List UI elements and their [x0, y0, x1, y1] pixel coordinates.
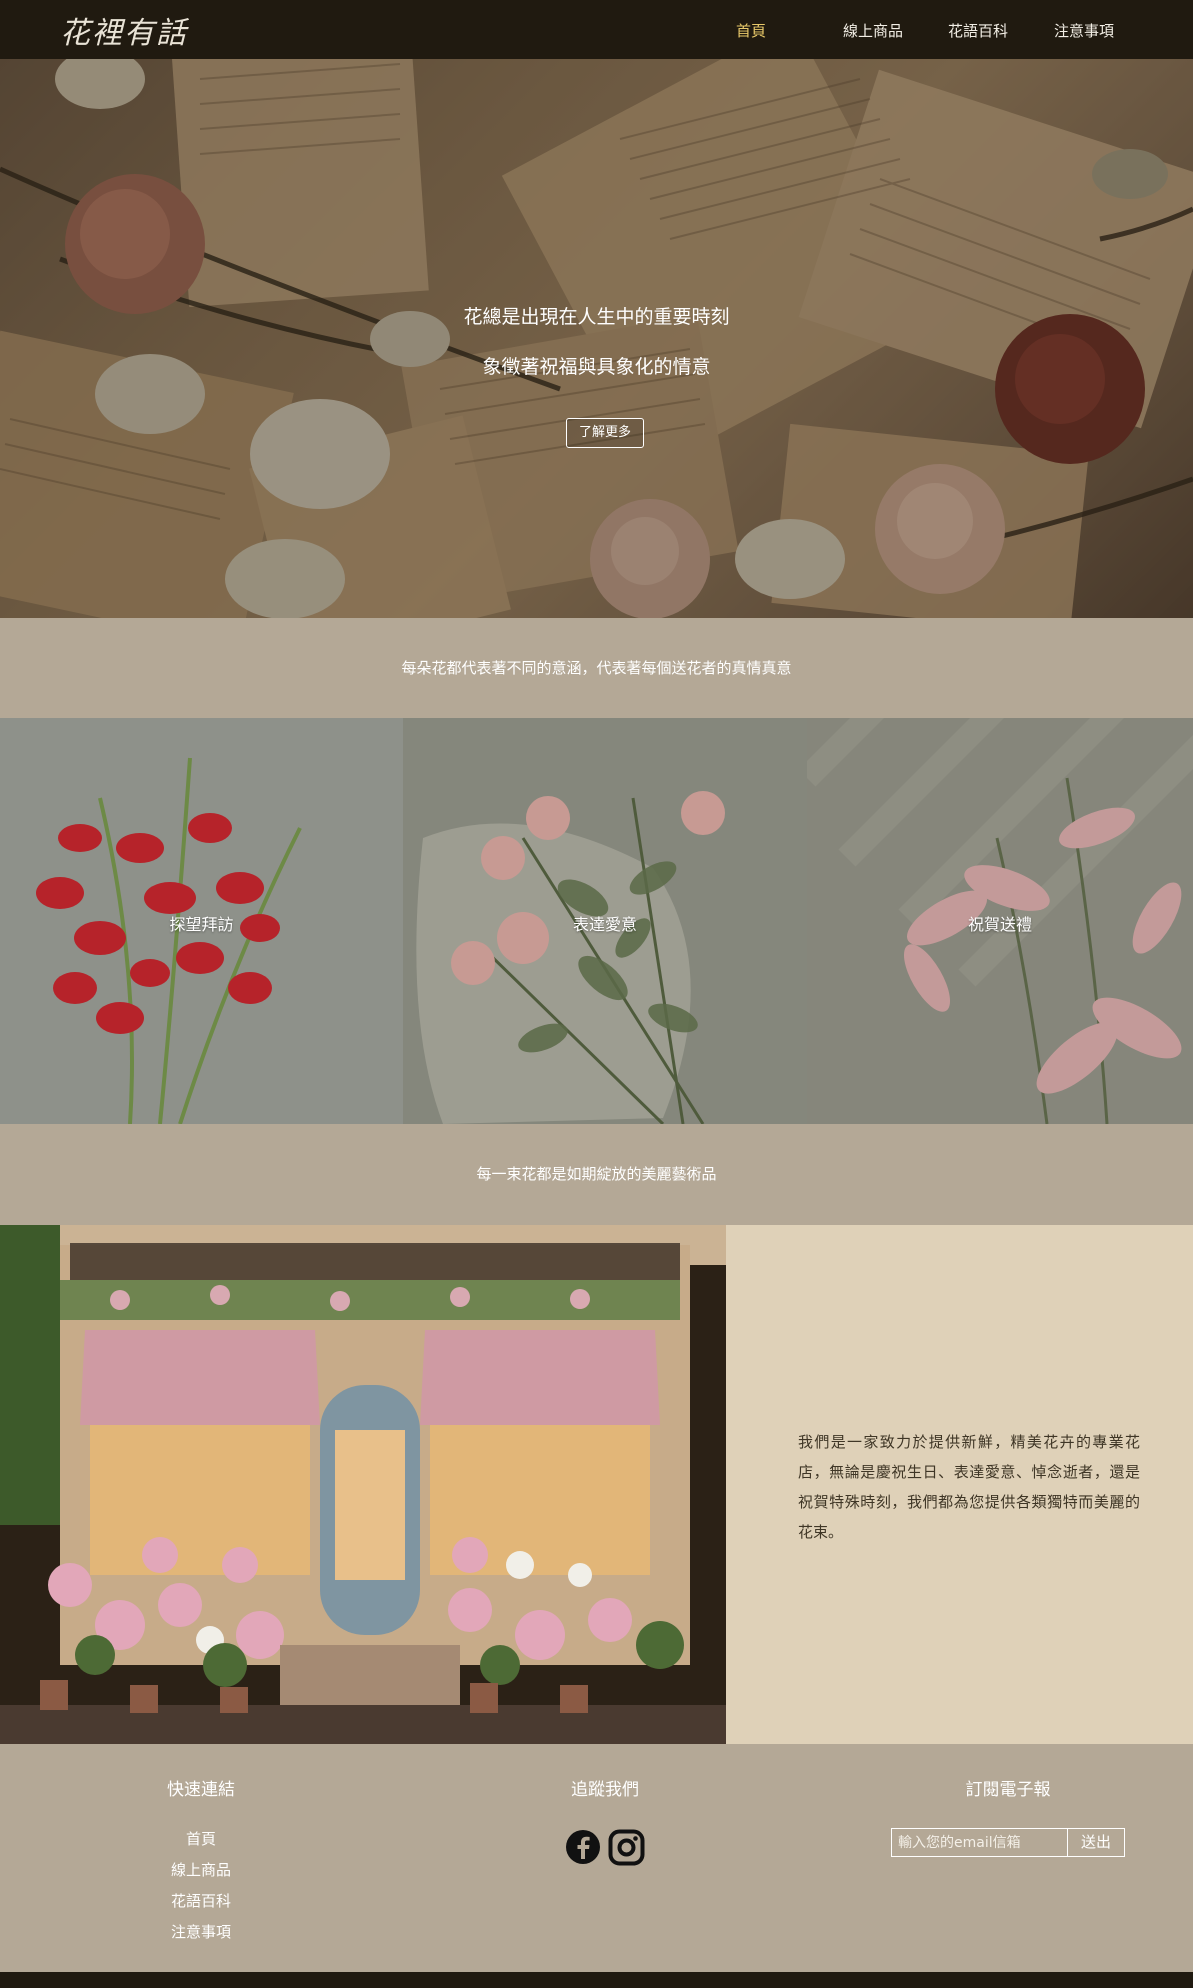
top-navbar: 花裡有話 首頁 線上商品 花語百科 注意事項: [0, 0, 1193, 59]
tile-label-visit: 探望拜訪: [169, 915, 234, 934]
nav-link-home[interactable]: 首頁: [736, 20, 766, 41]
footer-link-products[interactable]: 線上商品: [101, 1859, 301, 1880]
about-text: 我們是一家致力於提供新鮮，精美花卉的專業花店，無論是慶祝生日、表達愛意、悼念逝者…: [798, 1433, 1140, 1541]
bottom-bar: [0, 1972, 1193, 1988]
tile-love[interactable]: 表達愛意: [403, 718, 807, 1124]
newsletter-title: 訂閱電子報: [965, 1780, 1051, 1800]
hero-overlay: [0, 59, 1193, 618]
send-button[interactable]: 送出: [1067, 1828, 1125, 1857]
nav-link-notes[interactable]: 注意事項: [1054, 20, 1114, 41]
nav-link-flower-encyclopedia[interactable]: 花語百科: [948, 20, 1008, 41]
quick-links-title: 快速連結: [167, 1780, 235, 1800]
intro-text: 每朵花都代表著不同的意涵，代表著每個送花者的真情真意: [401, 659, 792, 677]
flower-shop-illustration: [0, 1225, 726, 1744]
footer: 快速連結 首頁 線上商品 花語百科 注意事項 追蹤我們 訂閱電子報 送出: [0, 1744, 1193, 1972]
nav-link-products[interactable]: 線上商品: [843, 20, 903, 41]
facebook-icon[interactable]: [565, 1829, 601, 1869]
tile-visit[interactable]: 探望拜訪: [0, 718, 403, 1124]
tile-label-gift: 祝賀送禮: [967, 915, 1032, 934]
flower-shop-image: [0, 1225, 726, 1744]
footer-link-notes[interactable]: 注意事項: [101, 1921, 301, 1942]
about-panel: 我們是一家致力於提供新鮮，精美花卉的專業花店，無論是慶祝生日、表達愛意、悼念逝者…: [726, 1225, 1193, 1744]
learn-more-button[interactable]: 了解更多: [566, 418, 644, 448]
art-band: 每一束花都是如期綻放的美麗藝術品: [0, 1124, 1193, 1225]
instagram-icon[interactable]: [608, 1829, 645, 1870]
hero-subheadline: 象徵著祝福與具象化的情意: [482, 356, 711, 378]
hero-headline: 花總是出現在人生中的重要時刻: [463, 306, 730, 328]
occasion-tiles: 探望拜訪 表達愛意 祝賀送禮: [0, 718, 1193, 1124]
email-input[interactable]: [891, 1828, 1068, 1857]
site-logo[interactable]: 花裡有話: [60, 8, 188, 52]
art-text: 每一束花都是如期綻放的美麗藝術品: [476, 1165, 717, 1183]
tile-label-love: 表達愛意: [572, 915, 637, 934]
tile-gift[interactable]: 祝賀送禮: [807, 718, 1193, 1124]
hero-banner: 花總是出現在人生中的重要時刻 象徵著祝福與具象化的情意 了解更多: [0, 59, 1193, 618]
follow-us-title: 追蹤我們: [571, 1780, 639, 1800]
footer-link-encyclopedia[interactable]: 花語百科: [101, 1890, 301, 1911]
intro-band: 每朵花都代表著不同的意涵，代表著每個送花者的真情真意: [0, 618, 1193, 718]
footer-link-home[interactable]: 首頁: [101, 1828, 301, 1849]
